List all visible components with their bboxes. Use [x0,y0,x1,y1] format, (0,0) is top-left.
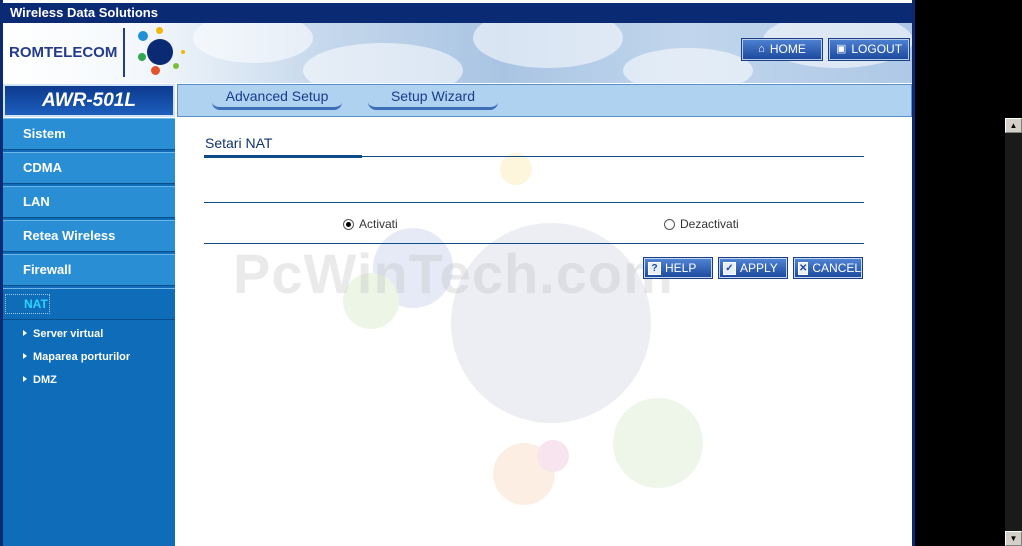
divider [204,202,864,203]
cloud-decoration [473,23,623,68]
main-content: PcWinTech.com Setari NAT Activati Dezact… [177,118,912,546]
radio-dezactivati[interactable]: Dezactivati [664,217,739,231]
window-title: Wireless Data Solutions [3,3,912,23]
sidebar-item-nat-label: NAT [5,294,50,314]
caret-right-icon [23,376,27,382]
model-name: AWR-501L [3,84,175,117]
help-button-label: HELP [665,261,697,275]
tab-bar: Advanced Setup Setup Wizard [177,84,912,117]
subitem-dmz[interactable]: DMZ [23,374,57,386]
sidebar-item-lan[interactable]: LAN [3,186,175,218]
subitem-maparea-porturilor[interactable]: Maparea porturilor [23,351,130,363]
radio-dezactivati-label: Dezactivati [680,217,739,231]
background-bubble [500,153,532,185]
caret-right-icon [23,330,27,336]
tab-advanced-setup[interactable]: Advanced Setup [212,86,342,110]
router-app-window: Wireless Data Solutions ROMTELECOM ⌂ HOM… [0,0,915,546]
sidebar-item-cdma[interactable]: CDMA [3,152,175,184]
sidebar-item-sistem[interactable]: Sistem [3,118,175,150]
apply-button[interactable]: ✓ APPLY [719,258,787,278]
sidebar-menu: Sistem CDMA LAN Retea Wireless Firewall … [3,118,175,546]
home-button[interactable]: ⌂ HOME [742,39,822,60]
background-bubble [613,398,703,488]
logout-icon: ▣ [835,43,847,55]
logo-divider [123,28,125,77]
logout-button-label: LOGOUT [851,42,903,56]
radio-activati[interactable]: Activati [343,217,398,231]
logout-button[interactable]: ▣ LOGOUT [829,39,909,60]
check-icon: ✓ [723,261,736,275]
tab-setup-wizard[interactable]: Setup Wizard [368,86,498,110]
scroll-down-button[interactable]: ▼ [1005,531,1022,546]
subitem-label: DMZ [33,374,57,386]
apply-button-label: APPLY [740,261,778,275]
cloud-decoration [623,48,753,83]
cloud-decoration [303,43,463,83]
radio-button-checked[interactable] [343,218,354,230]
cancel-button[interactable]: ✕ CANCEL [794,258,862,278]
vertical-scrollbar[interactable]: ▲ ▼ [1005,118,1022,546]
radio-button-unchecked[interactable] [664,218,675,230]
close-icon: ✕ [798,261,809,275]
home-button-label: HOME [769,42,806,56]
header-banner: ROMTELECOM ⌂ HOME ▣ LOGOUT [3,23,912,83]
sidebar-item-retea-wireless[interactable]: Retea Wireless [3,220,175,252]
title-underline [204,155,362,158]
help-icon: ? [648,261,661,275]
brand-logo-text: ROMTELECOM [9,44,118,61]
cancel-button-label: CANCEL [812,261,862,275]
subitem-label: Maparea porturilor [33,351,131,363]
section-title: Setari NAT [205,135,273,151]
divider [204,243,864,244]
background-bubble [537,440,569,472]
radio-activati-label: Activati [359,217,398,231]
subitem-server-virtual[interactable]: Server virtual [23,328,103,340]
cloud-decoration [193,23,313,63]
home-icon: ⌂ [758,43,765,55]
sidebar-item-firewall[interactable]: Firewall [3,254,175,286]
scroll-up-button[interactable]: ▲ [1005,118,1022,133]
help-button[interactable]: ? HELP [644,258,712,278]
sidebar-item-nat[interactable]: NAT [3,288,175,320]
watermark: PcWinTech.com [233,242,674,305]
subitem-label: Server virtual [33,328,104,340]
caret-right-icon [23,353,27,359]
